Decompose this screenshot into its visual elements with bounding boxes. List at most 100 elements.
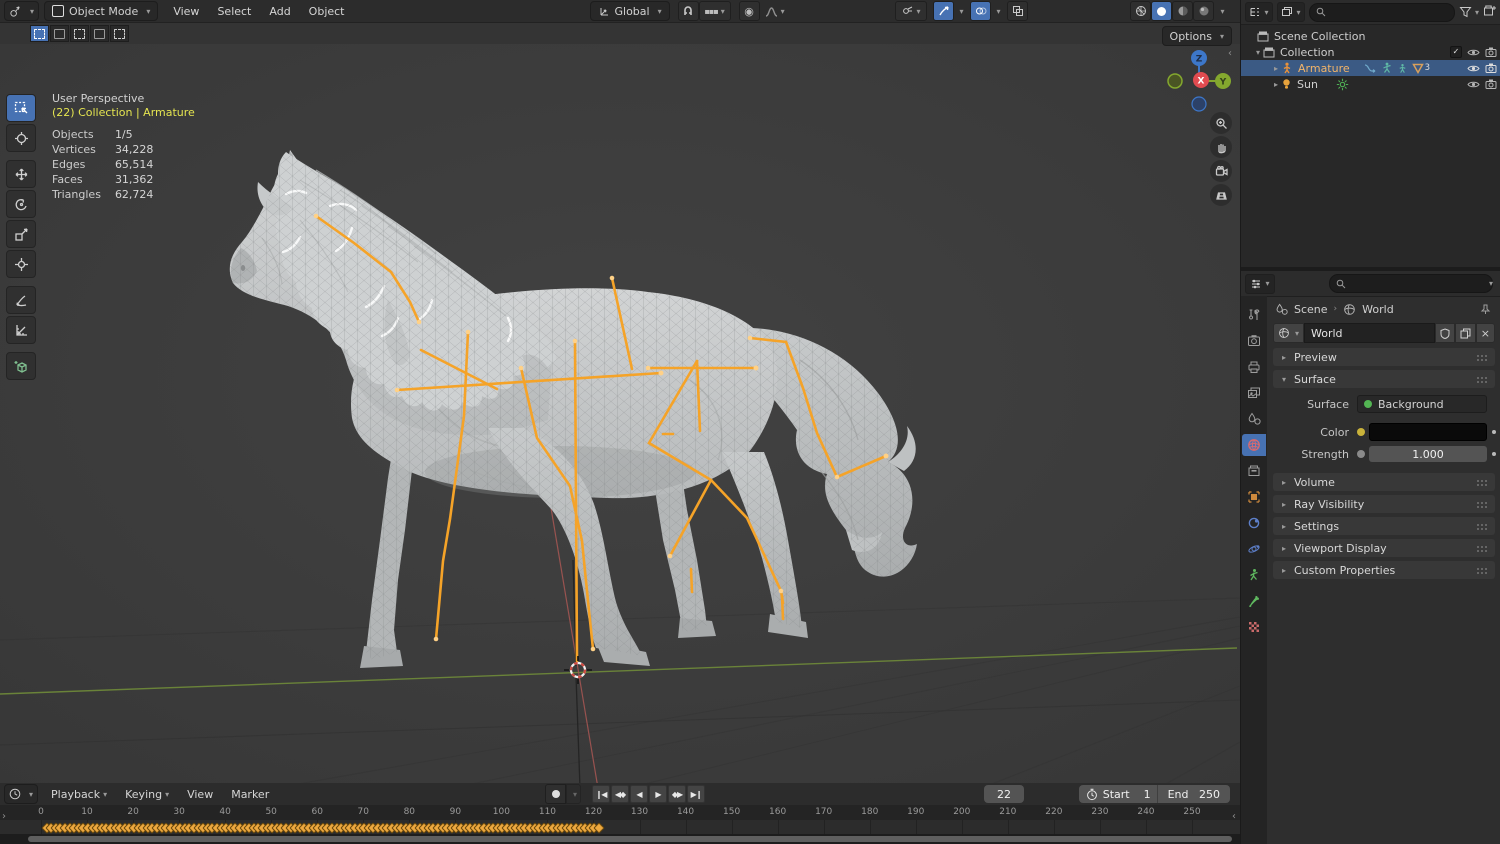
tab-collection[interactable] bbox=[1242, 460, 1266, 482]
next-keyframe-button[interactable]: ◆▶ bbox=[668, 785, 686, 803]
orientation-dropdown[interactable]: Global ▾ bbox=[589, 1, 670, 21]
panel-settings[interactable]: ▸ Settings bbox=[1273, 517, 1495, 535]
drag-grip-icon[interactable] bbox=[1476, 353, 1489, 361]
tab-object[interactable] bbox=[1242, 486, 1266, 508]
properties-editor-type-button[interactable]: ▾ bbox=[1245, 273, 1275, 294]
navigation-gizmo[interactable]: Z Y X bbox=[1164, 46, 1234, 116]
tool-cursor[interactable] bbox=[6, 124, 36, 152]
keyframe-track[interactable] bbox=[0, 820, 1240, 834]
color-swatch[interactable] bbox=[1369, 423, 1487, 441]
tab-tool[interactable] bbox=[1242, 304, 1266, 326]
tab-world[interactable] bbox=[1242, 434, 1266, 456]
panel-volume[interactable]: ▸ Volume bbox=[1273, 473, 1495, 491]
fake-user-button[interactable] bbox=[1434, 323, 1455, 343]
disclosure-closed-icon[interactable]: ▸ bbox=[1271, 80, 1281, 89]
3d-viewport[interactable]: User Perspective (22) Collection | Armat… bbox=[0, 44, 1240, 783]
tool-measure[interactable] bbox=[6, 316, 36, 344]
overlays-toggle[interactable] bbox=[970, 1, 991, 21]
eye-icon[interactable] bbox=[1467, 64, 1480, 73]
panel-custom-properties[interactable]: ▸ Custom Properties bbox=[1273, 561, 1495, 579]
outliner-row-sun[interactable]: ▸ Sun bbox=[1241, 76, 1500, 92]
gizmo-axis-neg-y[interactable] bbox=[1167, 73, 1183, 89]
menu-playback[interactable]: Playback ▾ bbox=[42, 783, 116, 805]
tab-render[interactable] bbox=[1242, 330, 1266, 352]
select-mode-intersect[interactable] bbox=[110, 25, 129, 42]
tool-add-cube[interactable] bbox=[6, 352, 36, 380]
eye-icon[interactable] bbox=[1467, 48, 1480, 57]
surface-shader-dropdown[interactable]: Background bbox=[1357, 395, 1487, 413]
panel-ray-visibility[interactable]: ▸ Ray Visibility bbox=[1273, 495, 1495, 513]
camera-view-button[interactable] bbox=[1210, 160, 1232, 182]
gizmo-axis-neg-z[interactable] bbox=[1191, 96, 1207, 112]
tool-annotate[interactable] bbox=[6, 286, 36, 314]
disclosure-closed-icon[interactable]: ▸ bbox=[1271, 64, 1281, 73]
outliner-row-armature[interactable]: ▸ Armature 3 bbox=[1241, 60, 1500, 76]
overlays-dropdown[interactable]: ▾ bbox=[991, 2, 1003, 20]
tab-view-layer[interactable] bbox=[1242, 382, 1266, 404]
play-button[interactable]: ▶ bbox=[649, 785, 667, 803]
collection-checkbox[interactable]: ✓ bbox=[1450, 46, 1462, 58]
menu-add[interactable]: Add bbox=[260, 0, 299, 22]
new-copy-button[interactable] bbox=[1454, 323, 1476, 343]
color-socket-icon[interactable] bbox=[1357, 428, 1365, 436]
breadcrumb-world[interactable]: World bbox=[1362, 303, 1394, 316]
world-name-field[interactable]: World bbox=[1304, 323, 1435, 343]
select-mode-invert[interactable] bbox=[90, 25, 109, 42]
pin-icon[interactable] bbox=[1480, 304, 1491, 315]
tool-select-box[interactable] bbox=[6, 94, 36, 122]
mode-dropdown[interactable]: Object Mode ▾ bbox=[44, 1, 159, 21]
properties-options-dropdown[interactable]: ▾ bbox=[1489, 279, 1493, 288]
shading-wireframe-button[interactable] bbox=[1130, 1, 1151, 21]
snap-toggle[interactable] bbox=[677, 1, 699, 21]
breadcrumb-scene[interactable]: Scene bbox=[1294, 303, 1328, 316]
outliner-filter-button[interactable]: ▾ bbox=[1459, 6, 1479, 18]
drag-grip-icon[interactable] bbox=[1476, 566, 1489, 574]
outliner-row-scene-collection[interactable]: Scene Collection bbox=[1241, 28, 1500, 44]
animate-dot[interactable] bbox=[1492, 430, 1496, 434]
drag-grip-icon[interactable] bbox=[1476, 375, 1489, 383]
falloff-dropdown[interactable]: ▾ bbox=[760, 2, 790, 20]
drag-grip-icon[interactable] bbox=[1476, 544, 1489, 552]
menu-view[interactable]: View bbox=[164, 0, 208, 22]
outliner-search-input[interactable] bbox=[1309, 2, 1455, 22]
prev-keyframe-button[interactable]: ◀◆ bbox=[611, 785, 629, 803]
tool-move[interactable] bbox=[6, 160, 36, 188]
current-frame-field[interactable]: 22 bbox=[984, 785, 1024, 803]
timeline-scrollbar[interactable] bbox=[0, 834, 1240, 844]
perspective-toggle-button[interactable] bbox=[1210, 184, 1232, 206]
camera-icon[interactable] bbox=[1485, 63, 1497, 73]
camera-icon[interactable] bbox=[1485, 47, 1497, 57]
scrollbar-handle[interactable] bbox=[28, 836, 1232, 842]
auto-keying-dropdown[interactable]: ▾ bbox=[566, 784, 581, 804]
end-frame-field[interactable]: End 250 bbox=[1158, 788, 1230, 801]
auto-keying-record-button[interactable] bbox=[545, 784, 566, 804]
unlink-button[interactable]: × bbox=[1475, 323, 1495, 343]
select-mode-subtract[interactable] bbox=[70, 25, 89, 42]
tool-rotate[interactable] bbox=[6, 190, 36, 218]
tab-physics[interactable] bbox=[1242, 538, 1266, 560]
tool-transform[interactable] bbox=[6, 250, 36, 278]
menu-select[interactable]: Select bbox=[208, 0, 260, 22]
tab-scene[interactable] bbox=[1242, 408, 1266, 430]
drag-grip-icon[interactable] bbox=[1476, 478, 1489, 486]
select-mode-new[interactable] bbox=[30, 25, 49, 42]
timeline-ruler[interactable]: 0 10 20 30 40 50 60 70 80 90 100 110 120 130 140 150 160… bbox=[0, 805, 1240, 820]
menu-marker[interactable]: Marker bbox=[222, 783, 278, 805]
menu-keying[interactable]: Keying ▾ bbox=[116, 783, 178, 805]
outliner-row-collection[interactable]: ▾ Collection ✓ bbox=[1241, 44, 1500, 60]
play-reverse-button[interactable]: ◀ bbox=[630, 785, 648, 803]
strength-slider[interactable]: 1.000 bbox=[1369, 446, 1487, 462]
disclosure-open-icon[interactable]: ▾ bbox=[1253, 48, 1263, 57]
proportional-editing-toggle[interactable]: ◉ bbox=[738, 1, 760, 21]
sidebar-toggle-arrow[interactable]: ‹ bbox=[1228, 48, 1232, 59]
timeline-right-arrow[interactable]: ‹ bbox=[1232, 811, 1236, 822]
outliner-display-mode-button[interactable]: ▾ bbox=[1277, 2, 1305, 22]
menu-view-timeline[interactable]: View bbox=[178, 783, 222, 805]
xray-toggle[interactable] bbox=[1007, 1, 1028, 21]
timeline-left-arrow[interactable]: › bbox=[2, 811, 6, 822]
drag-grip-icon[interactable] bbox=[1476, 500, 1489, 508]
camera-icon[interactable] bbox=[1485, 79, 1497, 89]
gizmos-toggle[interactable] bbox=[933, 1, 954, 21]
gizmos-dropdown[interactable]: ▾ bbox=[954, 2, 966, 20]
select-mode-extend[interactable] bbox=[50, 25, 69, 42]
